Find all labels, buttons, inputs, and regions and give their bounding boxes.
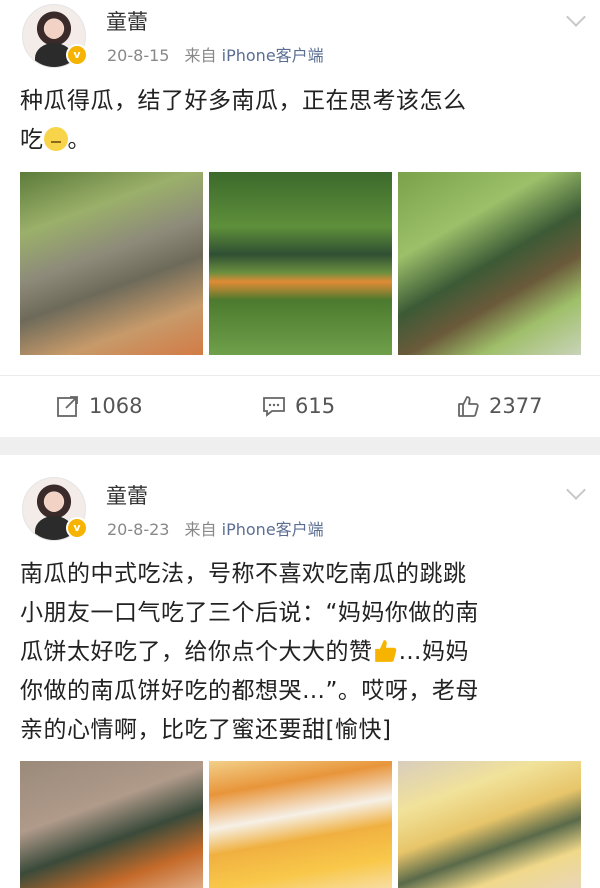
thinking-emoji-icon [43,127,68,151]
post-text-line: 南瓜的中式吃法，号称不喜欢吃南瓜的跳跳 [20,561,467,587]
source-prefix: 来自 [184,520,217,539]
author-name[interactable]: 童蕾 [106,480,148,510]
post-photo-pumpkin-6[interactable] [398,761,581,888]
repost-button[interactable]: 1068 [56,394,142,418]
post-text-line: 你做的南瓜饼好吃的都想哭…”。哎呀，老母 [20,678,479,704]
thumbs-up-icon [458,396,479,417]
verified-badge-icon: v [66,44,88,66]
source-client-link[interactable]: iPhone客户端 [222,520,324,539]
chevron-down-icon[interactable] [566,7,586,27]
post-text-fragment: 瓜饼太好吃了，给你点个大大的赞 [20,639,373,665]
post-text-fragment: …妈妈 [398,639,469,665]
thumbs-up-emoji-icon [374,640,396,662]
post-text: 南瓜的中式吃法，号称不喜欢吃南瓜的跳跳 小朋友一口气吃了三个后说：“妈妈你做的南… [20,555,580,750]
post-action-bar: 1068 615 2377 [0,375,600,438]
comment-icon [263,397,285,417]
weibo-post-1: v 童蕾 20-8-15 来自 iPhone客户端 种瓜得瓜，结了好多南瓜，正在… [0,0,600,437]
post-separator [0,437,600,455]
post-text-fragment: 。 [67,127,91,153]
avatar-face [45,492,63,512]
post-text-line: 瓜饼太好吃了，给你点个大大的赞 …妈妈 [20,633,580,672]
post-text-line: 亲的心情啊，比吃了蜜还要甜[愉快] [20,717,392,743]
post-text-line: 种瓜得瓜，结了好多南瓜，正在思考该怎么 [20,88,467,114]
comment-count: 615 [295,394,336,418]
comment-button[interactable]: 615 [262,394,335,418]
post-text-line: 小朋友一口气吃了三个后说：“妈妈你做的南 [20,600,479,626]
chevron-down-icon[interactable] [566,480,586,500]
post-meta: 20-8-23 来自 iPhone客户端 [107,516,324,540]
post-photo-pumpkin-5[interactable] [209,761,392,888]
repost-icon [57,396,78,417]
post-photo-pumpkin-4[interactable] [20,761,203,888]
post-photo-pumpkin-3[interactable] [398,172,581,355]
verified-badge-icon: v [66,517,88,539]
like-button[interactable]: 2377 [456,394,542,418]
post-date: 20-8-23 [107,520,170,539]
like-count: 2377 [489,394,543,418]
post-meta: 20-8-15 来自 iPhone客户端 [107,42,324,66]
source-prefix: 来自 [184,46,217,65]
post-text: 种瓜得瓜，结了好多南瓜，正在思考该怎么 吃。 [20,82,580,160]
source-client-link[interactable]: iPhone客户端 [222,46,324,65]
repost-count: 1068 [89,394,143,418]
post-photo-pumpkin-2[interactable] [209,172,392,355]
post-text-line: 吃。 [20,121,580,160]
post-date: 20-8-15 [107,46,170,65]
post-text-fragment: 吃 [20,127,44,153]
avatar-face [45,19,63,39]
weibo-post-2: v 童蕾 20-8-23 来自 iPhone客户端 南瓜的中式吃法，号称不喜欢吃… [0,455,600,888]
author-name[interactable]: 童蕾 [106,6,148,36]
post-photo-pumpkin-1[interactable] [20,172,203,355]
